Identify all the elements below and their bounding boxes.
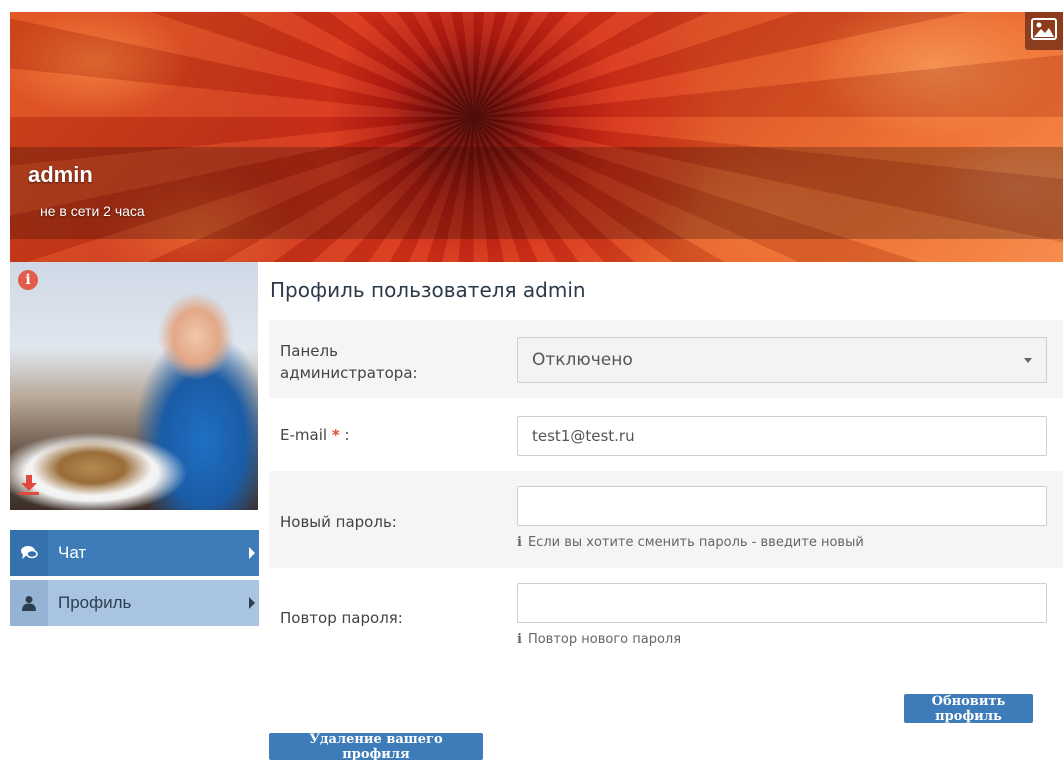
sidebar-item-label: Профиль bbox=[58, 593, 132, 612]
chevron-down-icon bbox=[1024, 357, 1032, 363]
update-profile-button[interactable]: Обновить профиль bbox=[904, 694, 1033, 724]
cover-username: admin bbox=[28, 162, 93, 187]
info-icon[interactable]: i bbox=[18, 270, 38, 290]
email-value: test1@test.ru bbox=[532, 427, 635, 445]
cover-name-band bbox=[10, 147, 1063, 239]
page-title: Профиль пользователя admin bbox=[270, 278, 586, 302]
new-password-hint: i Если вы хотите сменить пароль - введит… bbox=[517, 535, 864, 550]
new-password-hint-text: Если вы хотите сменить пароль - введите … bbox=[527, 535, 864, 550]
new-password-label: Новый пароль: bbox=[280, 513, 397, 531]
chevron-right-icon bbox=[249, 597, 255, 609]
user-avatar-photo: i bbox=[10, 262, 258, 510]
email-field[interactable]: test1@test.ru bbox=[517, 416, 1047, 456]
profile-cover: admin не в сети 2 часа bbox=[10, 12, 1063, 262]
delete-profile-button[interactable]: Удаление вашего профиля bbox=[269, 732, 483, 762]
admin-panel-value: Отключено bbox=[532, 350, 633, 370]
sidebar-item-label: Чат bbox=[58, 543, 87, 562]
chevron-right-icon bbox=[249, 547, 255, 559]
cover-online-status: не в сети 2 часа bbox=[40, 203, 145, 219]
chat-icon bbox=[10, 530, 48, 576]
image-icon bbox=[1031, 18, 1057, 44]
repeat-password-label: Повтор пароля: bbox=[280, 609, 403, 627]
repeat-password-hint: i Повтор нового пароля bbox=[517, 632, 681, 647]
sidebar-item-chat[interactable]: Чат bbox=[10, 530, 259, 576]
admin-panel-label: Панель администратора: bbox=[280, 342, 418, 382]
email-label: E-mail * : bbox=[280, 426, 350, 444]
email-label-text: E-mail bbox=[280, 426, 328, 444]
new-password-field[interactable] bbox=[517, 486, 1047, 526]
repeat-password-hint-text: Повтор нового пароля bbox=[527, 632, 682, 647]
sidebar-item-profile[interactable]: Профиль bbox=[10, 580, 259, 626]
repeat-password-row: Повтор пароля: i Повтор нового пароля bbox=[269, 568, 1063, 668]
admin-panel-row: Панель администратора: Отключено bbox=[269, 320, 1063, 398]
new-password-row: Новый пароль: i Если вы хотите сменить п… bbox=[269, 471, 1063, 568]
change-cover-button[interactable] bbox=[1025, 12, 1063, 50]
repeat-password-field[interactable] bbox=[517, 583, 1047, 623]
email-label-suffix: : bbox=[339, 426, 350, 444]
info-icon: i bbox=[517, 632, 522, 647]
download-icon[interactable] bbox=[16, 472, 42, 498]
admin-panel-select[interactable]: Отключено bbox=[517, 337, 1047, 383]
user-icon bbox=[10, 580, 48, 626]
required-mark: * bbox=[331, 426, 340, 444]
info-icon: i bbox=[517, 535, 522, 550]
email-row: E-mail * : test1@test.ru bbox=[269, 398, 1063, 471]
